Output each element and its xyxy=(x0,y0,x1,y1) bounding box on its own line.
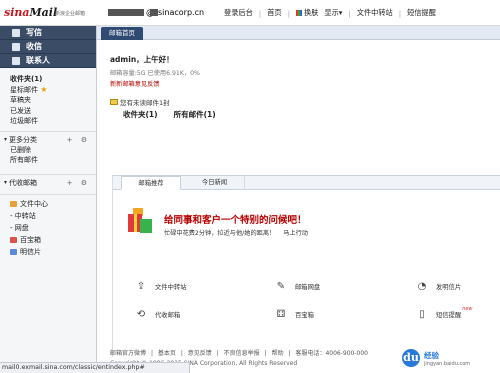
baidu-jingyan-watermark: du 经验 jingyan.baidu.com xyxy=(400,347,500,373)
phone-icon: ▯ xyxy=(419,308,425,320)
panel-tabs: 邮箱推荐 今日新闻 xyxy=(113,176,500,190)
inbox-summary-link[interactable]: 收件夹(1) xyxy=(123,109,158,120)
tool-postcard[interactable]: ◔ 发明信片 xyxy=(416,280,462,292)
footer-feedback-link[interactable]: 意见反馈 xyxy=(188,350,212,357)
write-button[interactable]: 写信 xyxy=(0,26,96,40)
tool-agent-mailbox[interactable]: ⟲ 代收邮箱 xyxy=(135,308,180,320)
redacted-username xyxy=(108,9,144,16)
agent-mailbox-group[interactable]: ▾ 代收邮箱 + ⚙ xyxy=(0,173,96,188)
logo-subtitle: 新浪企业邮箱 xyxy=(55,11,86,17)
tool-file-transfer[interactable]: ⇪ 文件中转站 xyxy=(135,280,187,292)
sidebar-item-file-center[interactable]: 文件中心 xyxy=(0,198,96,210)
sidebar-item-all-mail[interactable]: 所有邮件 xyxy=(0,155,96,166)
admin-login-link[interactable]: 登录后台 xyxy=(224,8,253,18)
tool-treasure-box[interactable]: ⚃ 百宝箱 xyxy=(275,308,314,320)
contacts-button[interactable]: 联系人 xyxy=(0,54,96,68)
footer-links: 邮箱官方微博 | 基本页 | 意见反馈 | 不良信息举报 | 帮助 | 客服电话… xyxy=(110,350,368,357)
greeting: admin，上午好！ xyxy=(110,55,174,64)
all-mail-summary-link[interactable]: 所有邮件(1) xyxy=(174,109,216,120)
group-tools[interactable]: + ⚙ xyxy=(67,135,90,145)
envelope-icon xyxy=(110,99,118,105)
treasure-icon xyxy=(10,236,17,243)
watermark-text: 经验 xyxy=(424,351,439,360)
act-now-link[interactable]: 马上行动 xyxy=(283,230,308,237)
collapse-triangle-icon: ▾ xyxy=(4,135,8,143)
sidebar-item-deleted[interactable]: 已删除 xyxy=(0,145,96,156)
collapse-triangle-icon: ▾ xyxy=(4,178,8,186)
star-icon: ★ xyxy=(40,84,48,94)
promo-title: 给同事和客户一个特别的问候吧！ xyxy=(164,215,307,226)
inbox-icon xyxy=(12,43,20,51)
sina-mail-logo[interactable]: sinaMail xyxy=(4,6,57,19)
tool-netdisk[interactable]: ✎ 邮箱网盘 xyxy=(275,280,320,292)
sidebar-item-transfer[interactable]: - 中转站 xyxy=(0,210,96,222)
new-badge: new xyxy=(462,306,473,312)
postcard-icon xyxy=(10,248,17,255)
footer-help-link[interactable]: 帮助 xyxy=(272,350,284,357)
promo-subtitle: 忙碌中花费2分钟，拉近与他/她的距离！ 马上行动 xyxy=(164,230,308,237)
pen-icon: ✎ xyxy=(276,280,286,292)
sidebar-item-drafts[interactable]: 草稿夹 xyxy=(0,95,96,106)
contacts-icon xyxy=(12,57,20,65)
inbox-button[interactable]: 收信 xyxy=(0,40,96,54)
skin-link[interactable]: 换肤 xyxy=(296,8,318,18)
main-content: admin，上午好！ 邮箱容量:5G 已使用6.91K，0% 新新邮箱意见反馈 … xyxy=(97,40,500,373)
display-menu[interactable]: 显示▾ xyxy=(324,8,342,18)
sidebar-item-postcard[interactable]: 明信片 xyxy=(0,246,96,258)
tab-mailbox-recommend[interactable]: 邮箱推荐 xyxy=(121,176,181,190)
sidebar-item-sent[interactable]: 已发送 xyxy=(0,106,96,117)
tool-sms-alert[interactable]: ▯ 短信提醒 new xyxy=(416,306,473,320)
folder-icon xyxy=(10,200,17,207)
top-bar: sinaMail 新浪企业邮箱 @ sinacorp.cn 登录后台 | 首页 … xyxy=(0,0,500,26)
sidebar-item-netdisk[interactable]: - 网盘 xyxy=(0,222,96,234)
pencil-icon xyxy=(12,29,20,37)
upload-icon: ⇪ xyxy=(136,280,146,292)
skin-icon xyxy=(296,10,302,16)
footer-basic-link[interactable]: 基本页 xyxy=(158,350,176,357)
unread-notice[interactable]: 您有未读邮件1封 xyxy=(110,97,170,107)
folder-summary: 收件夹(1) 所有邮件(1) xyxy=(123,109,216,120)
top-links: 登录后台 | 首页 | 换肤 显示▾ | 文件中转站 | 短信提醒 xyxy=(224,8,436,18)
redacted-domain-part xyxy=(150,9,158,16)
gift-icon xyxy=(126,206,154,236)
mailbox-capacity: 邮箱容量:5G 已使用6.91K，0% xyxy=(110,70,200,77)
sidebar: 写信 收信 联系人 收件夹(1) 星标邮件 ★ 草稿夹 已发送 垃圾邮件 ▾ 更多… xyxy=(0,26,97,373)
more-categories-group[interactable]: ▾ 更多分类 + ⚙ xyxy=(0,130,96,145)
tab-today-news[interactable]: 今日新闻 xyxy=(185,176,245,190)
footer-hotline: 客服电话：4006-900-000 xyxy=(295,350,368,357)
sms-alert-link[interactable]: 短信提醒 xyxy=(407,8,436,18)
browser-status-bar: mail0.exmail.sina.com/classic/entindex.p… xyxy=(0,362,190,373)
postcard-icon: ◔ xyxy=(417,280,427,292)
baidu-paw-logo: du xyxy=(402,349,420,367)
tab-strip: 邮箱首页 xyxy=(97,26,500,40)
home-link[interactable]: 首页 xyxy=(267,8,281,18)
feedback-link[interactable]: 新新邮箱意见反馈 xyxy=(110,79,160,88)
account-domain: sinacorp.cn xyxy=(158,8,205,17)
file-transfer-link[interactable]: 文件中转站 xyxy=(357,8,393,18)
group-tools[interactable]: + ⚙ xyxy=(67,178,90,188)
sidebar-item-starred[interactable]: 星标邮件 ★ xyxy=(0,85,96,96)
sidebar-item-treasure[interactable]: 百宝箱 xyxy=(0,234,96,246)
tab-mailbox-home[interactable]: 邮箱首页 xyxy=(101,27,143,40)
footer-report-link[interactable]: 不良信息举报 xyxy=(224,350,260,357)
recommend-panel: 邮箱推荐 今日新闻 给同事和客户一个特别的问候吧！ 忙碌中花费2分钟，拉近与他/… xyxy=(112,175,500,357)
sync-icon: ⟲ xyxy=(136,308,146,320)
sidebar-item-inbox[interactable]: 收件夹(1) xyxy=(0,74,96,85)
footer-weibo-link[interactable]: 邮箱官方微博 xyxy=(110,350,146,357)
gift-icon: ⚃ xyxy=(276,308,286,320)
watermark-url: jingyan.baidu.com xyxy=(424,361,471,367)
sidebar-item-spam[interactable]: 垃圾邮件 xyxy=(0,116,96,127)
